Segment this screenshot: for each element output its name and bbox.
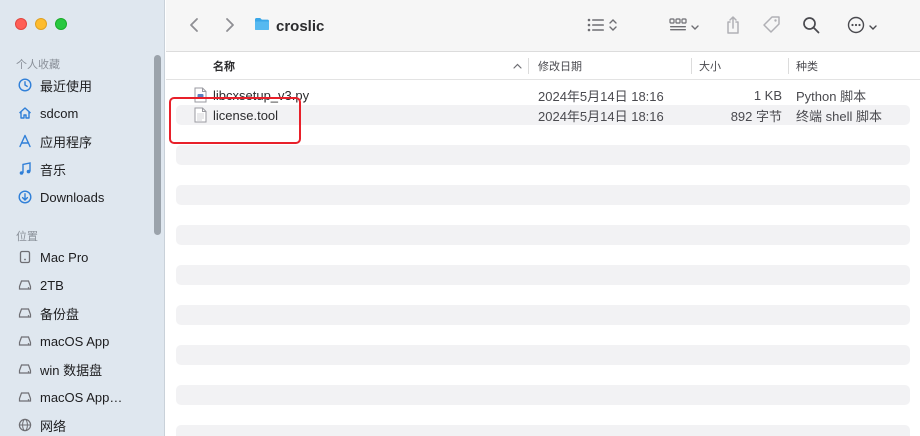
empty-row: [176, 305, 910, 325]
sidebar-item-label: 最近使用: [40, 78, 93, 94]
sidebar-item-label: Downloads: [40, 189, 105, 205]
folder-title-text: croslic: [276, 17, 325, 35]
toolbar: croslic: [166, 0, 920, 52]
sidebar-item-macos-app-2[interactable]: macOS App…: [18, 385, 122, 409]
grid-icon: [669, 17, 687, 35]
sort-chevron-icon[interactable]: [513, 52, 522, 80]
sidebar-item-label: 应用程序: [40, 134, 93, 150]
sidebar-item-downloads[interactable]: Downloads: [18, 185, 104, 209]
file-kind: Python 脚本: [796, 88, 867, 104]
drive-icon: [18, 362, 32, 376]
apps-icon: [18, 134, 32, 148]
sidebar-item-label: 网络: [40, 418, 67, 434]
list-view-icon: [587, 18, 605, 35]
sidebar-item-label: sdcom: [40, 105, 79, 121]
drive-icon: [18, 390, 32, 404]
file-size: 1 KB: [753, 87, 782, 103]
sidebar-item-recents[interactable]: 最近使用: [18, 73, 92, 97]
folder-title: croslic: [254, 14, 324, 38]
sidebar-item-applications[interactable]: 应用程序: [18, 129, 92, 153]
minimize-window-button[interactable]: [35, 18, 47, 30]
empty-row: [176, 145, 910, 165]
column-kind[interactable]: 种类: [796, 52, 818, 80]
empty-row: [176, 385, 910, 405]
sidebar-item-mac-pro[interactable]: Mac Pro: [18, 245, 88, 269]
sidebar-scrollbar[interactable]: [154, 55, 161, 235]
sidebar-item-network[interactable]: 网络: [18, 413, 66, 436]
group-button[interactable]: [664, 14, 704, 38]
sidebar-item-label: macOS App: [40, 333, 110, 349]
empty-row: [176, 185, 910, 205]
more-actions-button[interactable]: [842, 14, 882, 38]
sidebar-item-label: Mac Pro: [40, 249, 89, 265]
sidebar-item-label: 2TB: [40, 277, 64, 293]
column-header: 名称 修改日期 大小 种类: [166, 52, 920, 80]
download-icon: [18, 190, 32, 204]
sidebar: 个人收藏 最近使用 sdcom 应用程序 音乐 Downloads 位置 Mac…: [0, 0, 165, 436]
empty-row: [176, 265, 910, 285]
drive-icon: [18, 278, 32, 292]
file-size: 892 字节: [730, 108, 782, 124]
drive-icon: [18, 306, 32, 320]
search-button[interactable]: [800, 14, 822, 38]
column-separator[interactable]: [528, 58, 529, 74]
sidebar-item-music[interactable]: 音乐: [18, 157, 66, 181]
share-button[interactable]: [722, 14, 744, 38]
folder-icon: [254, 17, 270, 35]
music-icon: [18, 162, 32, 176]
empty-row: [176, 225, 910, 245]
clock-icon: [18, 78, 32, 92]
chevron-left-icon: [189, 17, 199, 36]
tag-icon: [762, 15, 782, 38]
close-window-button[interactable]: [15, 18, 27, 30]
column-separator[interactable]: [788, 58, 789, 74]
forward-button[interactable]: [220, 14, 240, 38]
sidebar-item-label: macOS App…: [40, 389, 123, 405]
file-modified: 2024年5月14日 18:16: [538, 108, 664, 124]
column-size[interactable]: 大小: [699, 52, 721, 80]
favorites-header: 个人收藏: [16, 59, 60, 71]
locations-header: 位置: [16, 231, 38, 243]
highlight-annotation-box: [169, 97, 301, 144]
view-options-button[interactable]: [582, 14, 622, 38]
file-modified: 2024年5月14日 18:16: [538, 88, 664, 104]
home-icon: [18, 106, 32, 120]
sidebar-item-home[interactable]: sdcom: [18, 101, 78, 125]
globe-icon: [18, 418, 32, 432]
sidebar-item-win-data[interactable]: win 数据盘: [18, 357, 102, 381]
file-kind: 终端 shell 脚本: [796, 108, 882, 124]
back-button[interactable]: [184, 14, 204, 38]
sidebar-item-label: 音乐: [40, 162, 67, 178]
tag-button[interactable]: [760, 14, 784, 38]
share-icon: [725, 15, 741, 38]
sidebar-item-2tb[interactable]: 2TB: [18, 273, 64, 297]
sidebar-item-label: win 数据盘: [40, 362, 103, 378]
window-controls: [15, 18, 67, 30]
finder-window: 个人收藏 最近使用 sdcom 应用程序 音乐 Downloads 位置 Mac…: [0, 0, 920, 436]
column-modified[interactable]: 修改日期: [538, 52, 582, 80]
chevron-right-icon: [225, 17, 235, 36]
empty-row: [176, 345, 910, 365]
sidebar-item-label: 备份盘: [40, 306, 80, 322]
chevron-down-icon: [691, 19, 699, 34]
maximize-window-button[interactable]: [55, 18, 67, 30]
column-name[interactable]: 名称: [213, 52, 235, 80]
column-separator[interactable]: [691, 58, 692, 74]
sidebar-item-macos-app[interactable]: macOS App: [18, 329, 109, 353]
chevron-down-icon: [869, 19, 877, 34]
computer-icon: [18, 250, 32, 264]
empty-row: [176, 425, 910, 436]
up-down-chevron-icon: [609, 18, 617, 35]
sidebar-item-backup[interactable]: 备份盘: [18, 301, 79, 325]
search-icon: [802, 16, 820, 37]
ellipsis-circle-icon: [847, 16, 865, 37]
drive-icon: [18, 334, 32, 348]
